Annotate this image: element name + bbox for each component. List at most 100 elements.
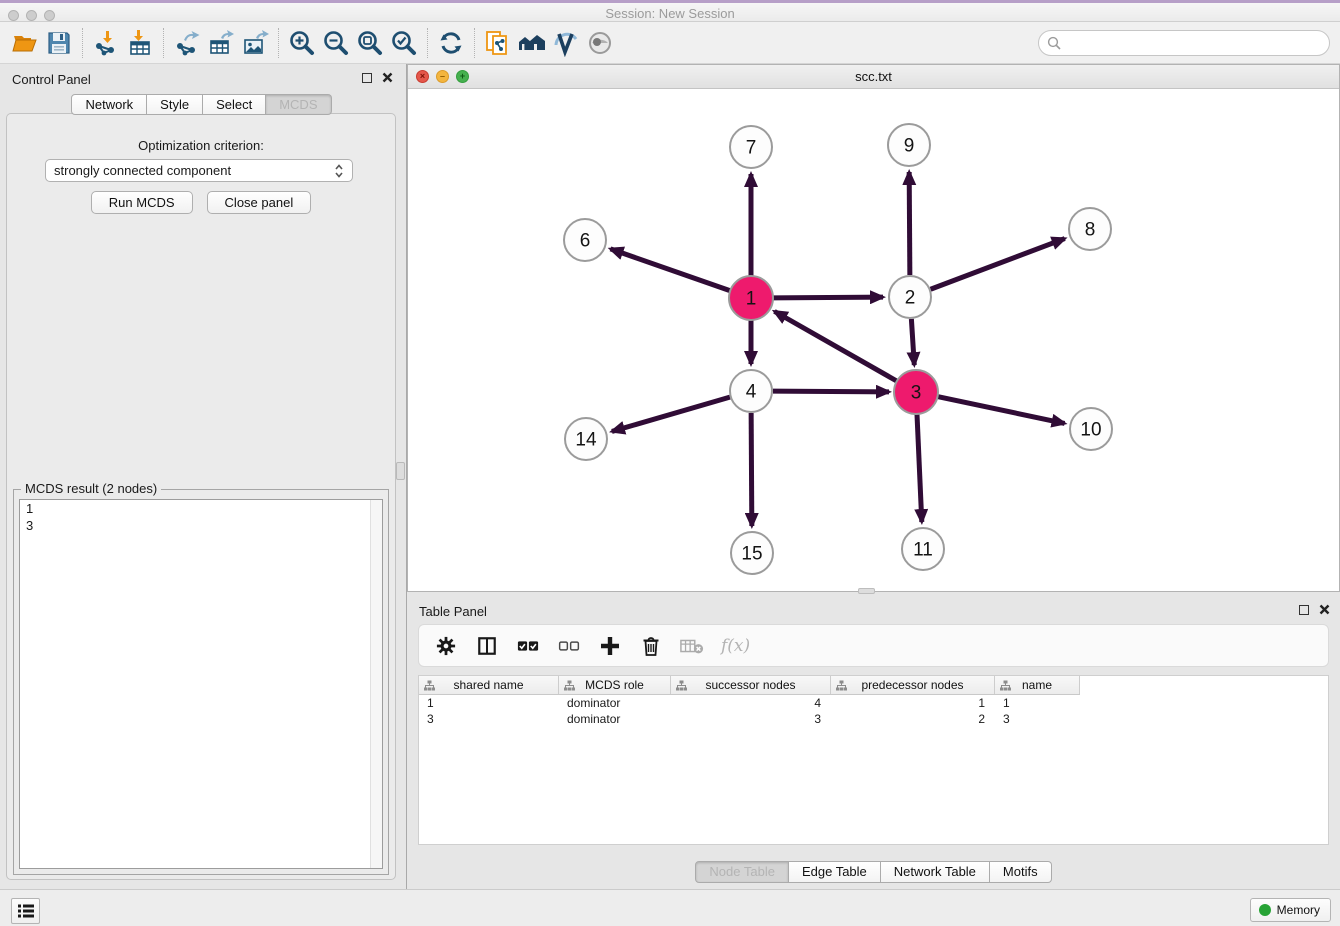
mcds-result-text[interactable]: 13 [19,499,383,869]
column-header-predecessor-nodes[interactable]: predecessor nodes [831,676,995,694]
close-table-panel-icon[interactable] [1319,604,1330,615]
graph-node-10[interactable]: 10 [1070,408,1112,450]
first-neighbors-button[interactable] [515,26,549,60]
add-column-button[interactable] [598,634,622,658]
table-tab-motifs[interactable]: Motifs [990,861,1052,883]
criterion-selected-value: strongly connected component [54,163,231,178]
import-table-icon [126,29,154,57]
vertical-splitter-grip[interactable] [396,462,405,480]
graph-edges [610,172,1064,526]
optimization-criterion-label: Optimization criterion: [7,138,395,153]
graph-edge-2-9[interactable] [909,172,910,275]
close-panel-button[interactable]: Close panel [207,191,312,214]
graph-edge-3-10[interactable] [938,397,1065,424]
network-window-titlebar[interactable]: × – + scc.txt [408,65,1339,89]
column-header-shared-name[interactable]: shared name [419,676,559,694]
deselect-all-button[interactable] [557,634,581,658]
tab-network[interactable]: Network [71,94,147,115]
svg-text:7: 7 [746,138,757,159]
task-list-icon [17,903,35,919]
column-header-name[interactable]: name [995,676,1080,694]
select-all-button[interactable] [516,634,540,658]
table-toolbar: f(x) [418,624,1329,667]
table-tab-edge-table[interactable]: Edge Table [789,861,881,883]
graph-node-4[interactable]: 4 [730,370,772,412]
table-options-button[interactable] [434,634,458,658]
column-header-label: successor nodes [705,678,795,692]
graph-node-15[interactable]: 15 [731,532,773,574]
table-cell: dominator [559,695,671,711]
column-header-successor-nodes[interactable]: successor nodes [671,676,831,694]
delete-column-button[interactable] [639,634,663,658]
export-image-button[interactable] [238,26,272,60]
hide-details-icon [586,29,614,57]
select-all-icon [517,635,539,657]
table-row[interactable]: 1dominator411 [419,695,1080,711]
zoom-selected-button[interactable] [387,26,421,60]
import-table-button[interactable] [123,26,157,60]
horizontal-splitter-grip[interactable] [858,588,875,594]
graph-edge-1-2[interactable] [773,297,883,298]
import-network-button[interactable] [89,26,123,60]
graph-edge-2-3[interactable] [911,319,914,365]
column-header-MCDS-role[interactable]: MCDS role [559,676,671,694]
graph-edge-4-14[interactable] [612,397,730,431]
table-header-row: shared nameMCDS role successor nodes prede… [419,676,1080,695]
zoom-out-button[interactable] [319,26,353,60]
zoom-fit-button[interactable] [353,26,387,60]
toolbar-separator [427,28,428,58]
tab-mcds[interactable]: MCDS [266,94,331,115]
graph-node-1[interactable]: 1 [729,276,773,320]
search-field[interactable] [1038,30,1330,56]
graph-node-8[interactable]: 8 [1069,208,1111,250]
graph-node-6[interactable]: 6 [564,219,606,261]
memory-button[interactable]: Memory [1250,898,1331,922]
graph-edge-2-8[interactable] [931,239,1065,290]
table-cell: 3 [995,711,1080,727]
zoom-fit-icon [356,29,384,57]
table-tab-network-table[interactable]: Network Table [881,861,990,883]
run-mcds-button[interactable]: Run MCDS [91,191,193,214]
show-columns-button[interactable] [475,634,499,658]
graph-edge-3-1[interactable] [774,311,896,381]
graph-node-11[interactable]: 11 [902,528,944,570]
graph-edge-4-15[interactable] [751,413,752,526]
save-session-button[interactable] [42,26,76,60]
delete-table-button[interactable] [680,634,704,658]
clone-network-button[interactable] [481,26,515,60]
vizmap-button[interactable] [549,26,583,60]
function-builder-button[interactable]: f(x) [721,636,750,656]
status-bar: Memory [0,889,1340,926]
close-panel-icon[interactable] [382,72,393,83]
column-header-label: name [1022,678,1052,692]
refresh-button[interactable] [434,26,468,60]
hide-details-button[interactable] [583,26,617,60]
graph-node-9[interactable]: 9 [888,124,930,166]
graph-node-14[interactable]: 14 [565,418,607,460]
export-table-button[interactable] [204,26,238,60]
float-panel-button[interactable] [362,73,372,83]
open-session-button[interactable] [8,26,42,60]
table-tab-node-table[interactable]: Node Table [695,861,789,883]
table-row[interactable]: 3dominator323 [419,711,1080,727]
zoom-selected-icon [390,29,418,57]
import-network-icon [92,29,120,57]
show-columns-icon [477,636,497,656]
tab-style[interactable]: Style [147,94,203,115]
search-input[interactable] [1066,36,1329,51]
tab-select[interactable]: Select [203,94,266,115]
criterion-select[interactable]: strongly connected component [45,159,353,182]
export-network-button[interactable] [170,26,204,60]
network-canvas[interactable]: 7 9 6 8 1 2 4 3 14 10 15 11 [408,89,1339,591]
graph-edge-4-3[interactable] [773,391,889,392]
memory-label: Memory [1277,903,1320,917]
float-table-panel-button[interactable] [1299,605,1309,615]
graph-edge-1-6[interactable] [610,249,730,291]
graph-edge-3-11[interactable] [917,414,922,522]
graph-node-3[interactable]: 3 [894,370,938,414]
task-history-button[interactable] [11,898,40,924]
graph-node-2[interactable]: 2 [889,276,931,318]
zoom-in-button[interactable] [285,26,319,60]
result-scrollbar[interactable] [370,500,382,868]
graph-node-7[interactable]: 7 [730,126,772,168]
